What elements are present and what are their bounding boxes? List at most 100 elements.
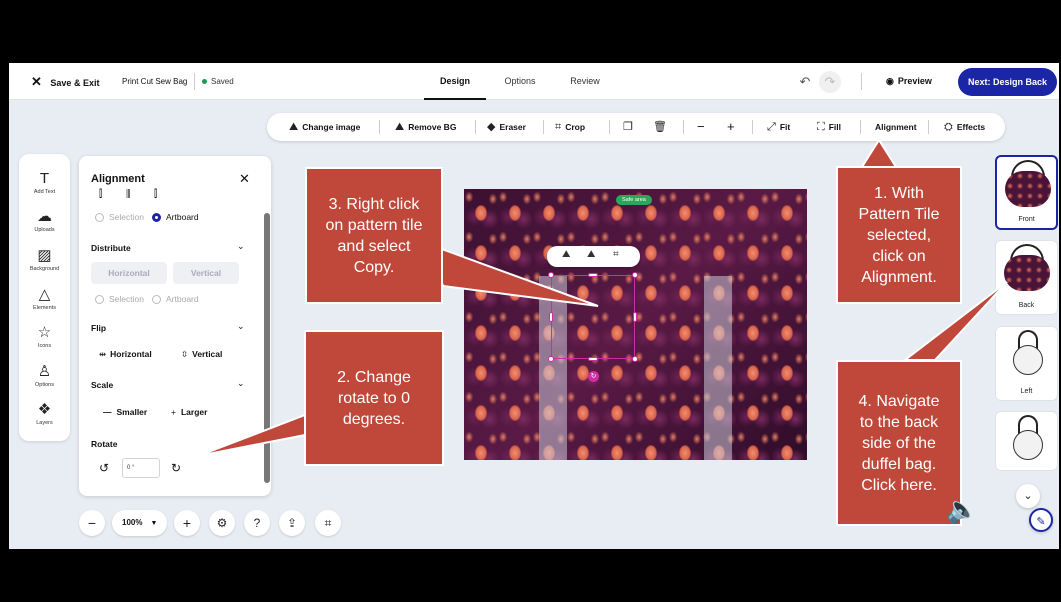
distribute-horizontal-button[interactable]: Horizontal [91, 262, 167, 284]
elements-icon: △ [38, 286, 51, 303]
text-icon: T [39, 170, 50, 187]
chevron-down-icon[interactable]: ⌄ [237, 321, 245, 332]
scale-larger-button[interactable]: + Larger [171, 407, 207, 417]
fit-button[interactable]: ⤢ Fit [767, 113, 790, 141]
resize-handle[interactable] [588, 357, 598, 361]
trash-icon[interactable]: 🗑 [653, 113, 671, 141]
change-image-icon[interactable]: ⛰ [562, 249, 570, 260]
remove-bg-button[interactable]: ⛰ Remove BG [395, 113, 456, 141]
chevron-down-icon[interactable]: ⌄ [237, 378, 245, 389]
context-toolbar: ⛰ ⛰ ⌗ [547, 246, 640, 267]
toolbar-divider [928, 120, 929, 134]
duffel-bag-image [1013, 345, 1043, 375]
crop-icon[interactable]: ⌗ [613, 249, 619, 260]
crop-view-icon[interactable]: ⌗ [315, 510, 341, 536]
image-toolbar: ⛰ Change image ⛰ Remove BG ◆ Eraser ⌗ Crop ❐… [267, 113, 1005, 141]
thumbnail-back[interactable]: Back [995, 240, 1058, 315]
panel-scrollbar[interactable] [264, 213, 270, 483]
resize-handle[interactable] [548, 272, 554, 278]
eraser-button[interactable]: ◆ Eraser [487, 113, 526, 141]
flip-horizontal-icon: ⇹ [99, 349, 107, 359]
rail-item-background[interactable]: ▨ Background [19, 247, 70, 272]
radio-selection[interactable]: Selection [95, 212, 144, 223]
resize-handle[interactable] [632, 356, 638, 362]
left-tool-rail: T Add Text ☁ Uploads ▨ Background △ Elements… [19, 154, 70, 441]
thumbnail-front[interactable]: Front [995, 155, 1058, 230]
share-icon[interactable]: ⇪ [279, 510, 305, 536]
change-image-button[interactable]: ⛰ Change image [289, 113, 360, 141]
alignment-panel: Alignment ✕ ⫿ ⫼ ⫿ Selection Artboard Dis… [79, 156, 271, 496]
scale-heading: Scale [91, 380, 114, 390]
zoom-in-image-button[interactable]: + [727, 113, 735, 141]
next-design-back-button[interactable]: Next: Design Back [957, 68, 1057, 96]
save-exit-button[interactable]: ✕ Save & Exit [31, 63, 99, 100]
zoom-out-image-button[interactable]: − [697, 113, 705, 141]
shirt-icon: ♙ [37, 363, 52, 380]
background-icon: ▨ [37, 247, 52, 264]
pattern-tile-selection[interactable] [551, 275, 635, 359]
thumbnail-right[interactable] [995, 411, 1058, 471]
redo-icon[interactable]: ↷ [819, 71, 841, 93]
preview-button[interactable]: ◉ Preview [886, 63, 932, 100]
flip-horizontal-button[interactable]: ⇹ Horizontal [99, 349, 152, 360]
rail-item-add-text[interactable]: T Add Text [19, 170, 70, 195]
speaker-icon[interactable]: 🔈 [946, 494, 978, 525]
design-canvas[interactable]: Safe area ⛰ ⛰ ⌗ ↻ [464, 189, 807, 460]
align-right-icon[interactable]: ⫿ [154, 189, 157, 200]
rotate-input[interactable]: 0 ° [122, 458, 160, 478]
resize-handle[interactable] [588, 273, 598, 277]
align-center-icon[interactable]: ⫼ [126, 189, 131, 200]
resize-handle[interactable] [633, 312, 637, 322]
distribute-radio-artboard[interactable]: Artboard [152, 294, 199, 305]
resize-handle[interactable] [549, 312, 553, 322]
star-icon: ☆ [37, 324, 52, 341]
resize-handle[interactable] [632, 272, 638, 278]
distribute-vertical-button[interactable]: Vertical [173, 262, 239, 284]
alignment-button[interactable]: Alignment [875, 113, 917, 141]
rail-item-options[interactable]: ♙ Options [19, 363, 70, 388]
saved-dot-icon [202, 79, 207, 85]
layers-icon: ❖ [37, 401, 52, 418]
scale-smaller-button[interactable]: — Smaller [103, 407, 147, 417]
tab-options[interactable]: Options [504, 63, 536, 100]
radio-artboard[interactable]: Artboard [152, 212, 199, 223]
distribute-radio-selection[interactable]: Selection [95, 294, 144, 305]
rail-item-icons[interactable]: ☆ Icons [19, 324, 70, 349]
zoom-select[interactable]: 100% ▼ [112, 510, 167, 536]
zoom-out-button[interactable]: − [79, 510, 105, 536]
chevron-down-icon[interactable]: ⌄ [237, 241, 245, 252]
toolbar-divider [752, 120, 753, 134]
tab-review[interactable]: Review [569, 63, 601, 100]
fill-button[interactable]: ⛶ Fill [817, 113, 841, 141]
rotate-right-icon[interactable]: ↻ [171, 461, 181, 475]
toolbar-divider [543, 120, 544, 134]
settings-gear-icon[interactable]: ⚙ [209, 510, 235, 536]
close-icon: ✕ [31, 74, 42, 89]
crop-button[interactable]: ⌗ Crop [555, 113, 585, 141]
duffel-bag-image [1013, 430, 1043, 460]
seam-stripe [704, 276, 732, 460]
flip-heading: Flip [91, 323, 107, 333]
video-letterbox-top [0, 0, 1061, 63]
upload-icon: ☁ [37, 208, 52, 225]
rail-item-layers[interactable]: ❖ Layers [19, 401, 70, 426]
rail-item-elements[interactable]: △ Elements [19, 286, 70, 311]
effects-button[interactable]: ⛭ Effects [944, 113, 985, 141]
rotate-handle-icon[interactable]: ↻ [588, 371, 599, 382]
remove-bg-icon[interactable]: ⛰ [587, 249, 595, 260]
close-panel-icon[interactable]: ✕ [239, 171, 250, 187]
thumbnail-left[interactable]: Left [995, 326, 1058, 401]
rail-item-uploads[interactable]: ☁ Uploads [19, 208, 70, 233]
chat-assist-icon[interactable]: ✎ [1029, 508, 1053, 532]
undo-icon[interactable]: ↶ [794, 71, 816, 93]
help-icon[interactable]: ? [244, 510, 270, 536]
duplicate-icon[interactable]: ❐ [623, 113, 637, 141]
resize-handle[interactable] [548, 356, 554, 362]
align-left-icon[interactable]: ⫿ [99, 189, 102, 200]
rotate-left-icon[interactable]: ↺ [99, 461, 109, 475]
scroll-down-icon[interactable]: ⌄ [1016, 484, 1040, 508]
flip-vertical-button[interactable]: ⇳ Vertical [181, 349, 222, 360]
tab-design[interactable]: Design [424, 63, 486, 100]
zoom-in-button[interactable]: + [174, 510, 200, 536]
safe-area-badge: Safe area [616, 195, 652, 205]
